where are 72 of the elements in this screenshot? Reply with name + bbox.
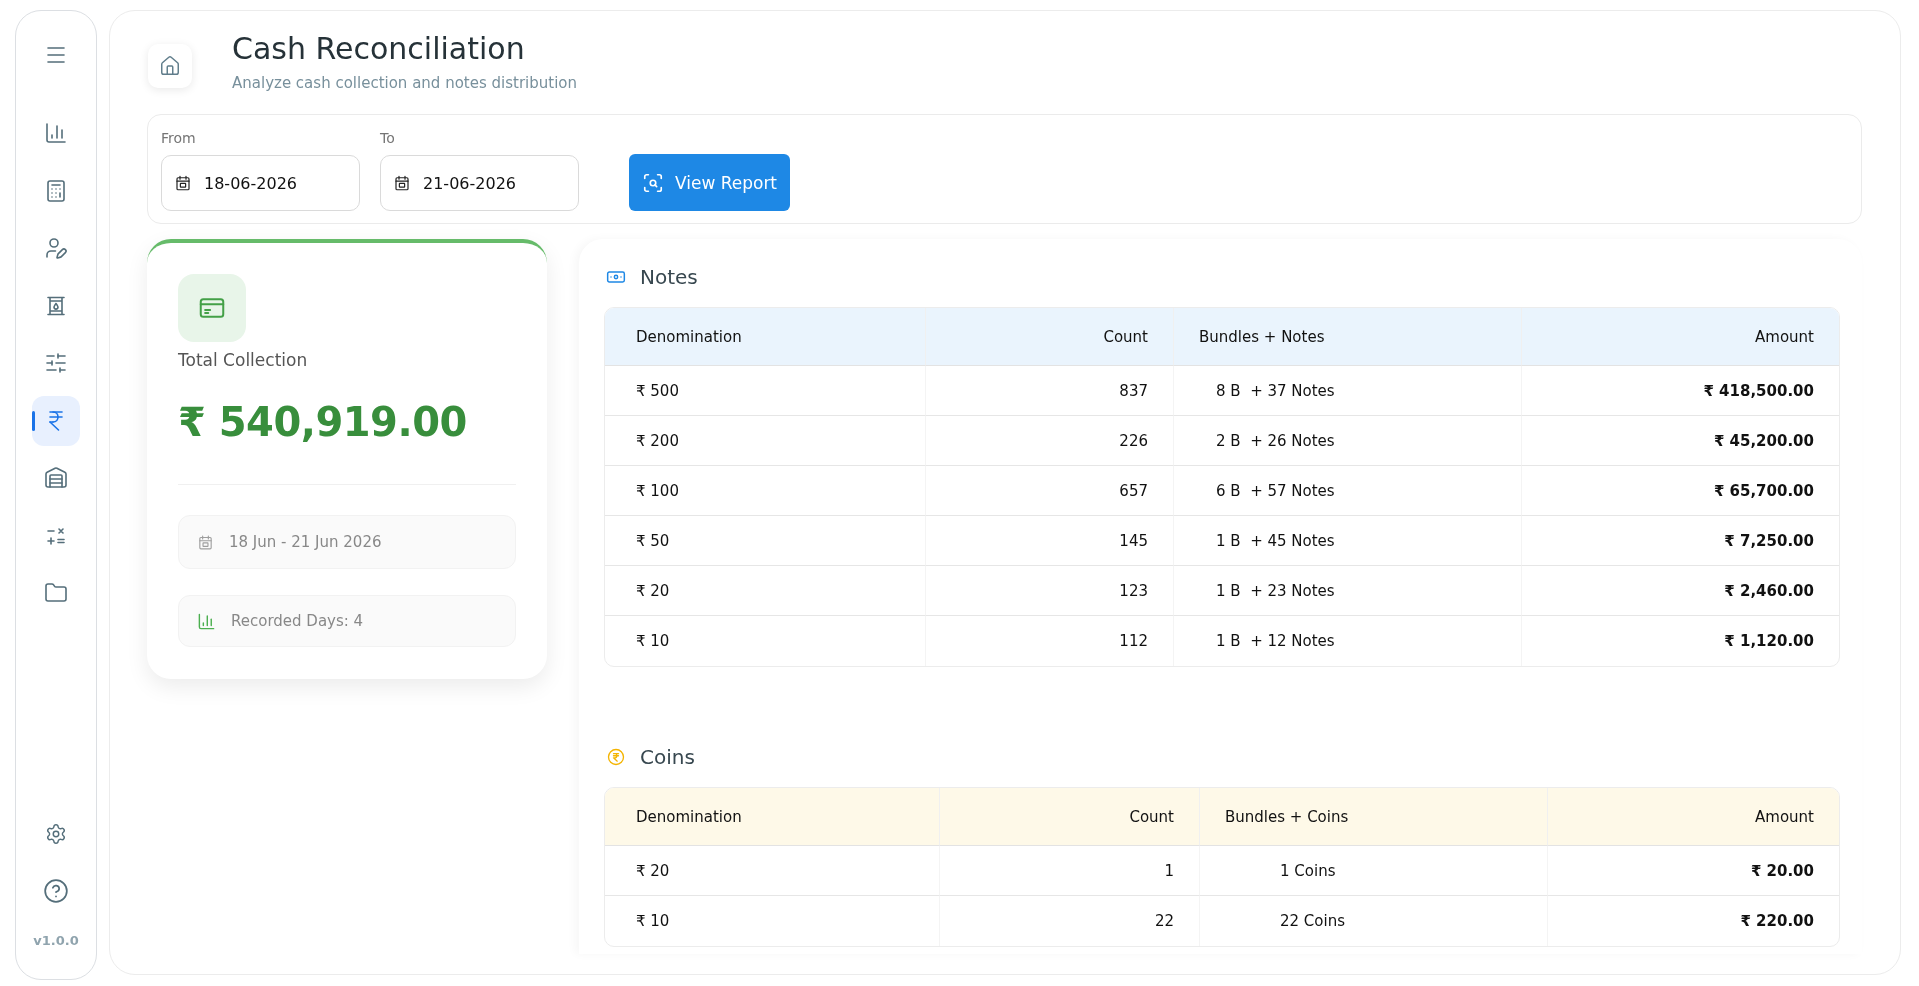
table-cell: 22 (940, 896, 1200, 946)
table-cell: 1 (940, 846, 1200, 896)
column-header: Count (926, 308, 1174, 366)
table-cell: 6 B + 57 Notes (1174, 466, 1522, 516)
total-amount: ₹ 540,919.00 (178, 398, 468, 447)
date-field[interactable]: 18-06-2026 (161, 155, 360, 211)
table-cell: ₹ 7,250.00 (1522, 516, 1839, 566)
calendar-icon (393, 174, 411, 192)
page-subtitle: Analyze cash collection and notes distribution (232, 73, 577, 94)
user-pen-icon (44, 236, 68, 260)
folder-icon (44, 581, 68, 605)
table-cell: ₹ 20 (605, 566, 926, 616)
table-cell: ₹ 100 (605, 466, 926, 516)
table-cell: ₹ 45,200.00 (1522, 416, 1839, 466)
home-icon (159, 55, 181, 77)
calendar-icon (174, 174, 192, 192)
nav-item[interactable] (32, 395, 80, 446)
calendar-icon (197, 533, 214, 551)
bar-chart-icon (44, 121, 68, 145)
column-header: Bundles + Coins (1200, 788, 1548, 846)
table-cell: 1 Coins (1200, 846, 1548, 896)
table-cell: 837 (926, 366, 1174, 416)
version-label: v1.0.0 (33, 933, 79, 948)
table-cell: 112 (926, 616, 1174, 666)
table-cell: ₹ 20.00 (1548, 846, 1839, 896)
sliders-icon (44, 351, 68, 375)
table-cell: 226 (926, 416, 1174, 466)
table-cell: 1 B + 45 Notes (1174, 516, 1522, 566)
column-header: Bundles + Notes (1174, 308, 1522, 366)
table-cell-text: ₹ 220.00 (1739, 911, 1815, 932)
help-icon (43, 878, 69, 904)
home-button[interactable] (148, 44, 192, 88)
table-cell: ₹ 50 (605, 516, 926, 566)
table-cell: 8 B + 37 Notes (1174, 366, 1522, 416)
table-cell: ₹ 10 (605, 896, 940, 946)
date-range-text: 18 Jun - 21 Jun 2026 (229, 533, 382, 551)
table-cell: 123 (926, 566, 1174, 616)
section-title: Coins (640, 744, 695, 771)
table-cell: 657 (926, 466, 1174, 516)
table-cell: ₹ 20 (605, 846, 940, 896)
warehouse-icon (44, 466, 68, 490)
table-cell: ₹ 500 (605, 366, 926, 416)
column-header: Amount (1548, 788, 1839, 846)
table-cell: 145 (926, 516, 1174, 566)
field-label: To (380, 129, 396, 147)
calculator-icon (44, 178, 68, 203)
summary-label: Total Collection (178, 349, 309, 372)
bar-chart-icon (197, 611, 216, 631)
table-cell: 1 B + 12 Notes (1174, 616, 1522, 666)
table-cell: 1 B + 23 Notes (1174, 566, 1522, 616)
table-cell-text: ₹ 1,120.00 (1723, 631, 1815, 652)
column-header: Denomination (605, 788, 940, 846)
table-cell: 2 B + 26 Notes (1174, 416, 1522, 466)
table-cell: ₹ 10 (605, 616, 926, 666)
table-cell: ₹ 65,700.00 (1522, 466, 1839, 516)
section-title: Notes (640, 264, 698, 291)
rupee-coin-icon (606, 747, 626, 767)
date-field[interactable]: 21-06-2026 (380, 155, 579, 211)
table-cell: ₹ 418,500.00 (1522, 366, 1839, 416)
credit-card-icon (178, 274, 246, 342)
column-header: Denomination (605, 308, 926, 366)
page-title: Cash Reconciliation (232, 31, 526, 67)
table-cell: 22 Coins (1200, 896, 1548, 946)
field-label: From (161, 129, 197, 147)
scan-search-icon (641, 171, 664, 194)
column-header: Count (940, 788, 1200, 846)
view-report-button[interactable]: View Report (629, 154, 790, 211)
settings-icon (45, 823, 67, 845)
column-header: Amount (1522, 308, 1839, 366)
table-cell: ₹ 200 (605, 416, 926, 466)
table-cell: ₹ 2,460.00 (1522, 566, 1839, 616)
recorded-days-text: Recorded Days: 4 (231, 612, 364, 630)
